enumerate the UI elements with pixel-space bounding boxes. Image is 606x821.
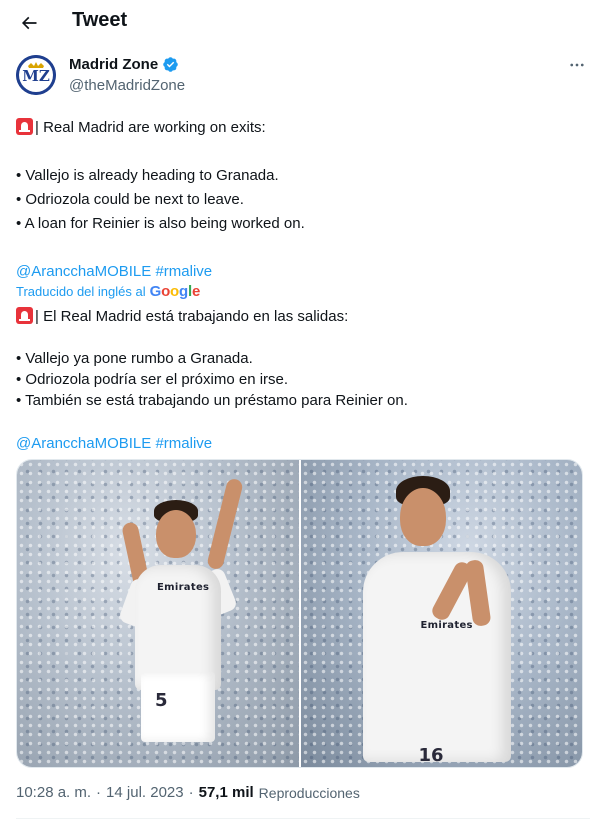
- divider: [16, 818, 590, 819]
- meta-separator: ·: [96, 784, 102, 801]
- jersey-number: 16: [418, 745, 444, 766]
- siren-icon: [16, 118, 33, 135]
- translation-bullet: • Vallejo ya pone rumbo a Granada.: [16, 350, 253, 367]
- original-bullet: • Odriozola could be next to leave.: [16, 191, 244, 208]
- google-logo: Google: [149, 283, 201, 300]
- verified-badge-icon: [163, 57, 178, 72]
- tweet-author: MZ Madrid Zone @theMadridZone: [16, 52, 590, 102]
- original-headline: | Real Madrid are working on exits:: [35, 119, 266, 136]
- page-title: Tweet: [72, 9, 128, 31]
- svg-text:MZ: MZ: [22, 67, 50, 85]
- name-row: Madrid Zone: [69, 56, 179, 73]
- madrid-zone-logo: MZ: [16, 55, 56, 95]
- photo-odriozola[interactable]: Emirates 16: [300, 460, 582, 767]
- tweet-text-translation: | El Real Madrid está trabajando en las …: [16, 306, 586, 456]
- translated-by-label: Traducido del inglés al: [16, 284, 146, 299]
- more-horizontal-icon: [570, 63, 584, 67]
- author-handle[interactable]: @theMadridZone: [69, 77, 185, 94]
- translated-by[interactable]: Traducido del inglés al Google: [16, 283, 200, 300]
- jersey-number: 5: [155, 690, 168, 711]
- more-options-button[interactable]: [564, 54, 590, 76]
- original-bullet: • Vallejo is already heading to Granada.: [16, 167, 279, 184]
- translation-bullet: • Odriozola podría ser el próximo en irs…: [16, 371, 289, 388]
- siren-icon: [16, 307, 33, 324]
- tweet-media: Emirates 5 Emirates 16: [16, 459, 583, 768]
- back-button[interactable]: [14, 8, 44, 38]
- translation-headline: | El Real Madrid está trabajando en las …: [35, 308, 349, 325]
- mention-link[interactable]: @ArancchaMOBILE: [16, 263, 151, 280]
- jersey-sponsor: Emirates: [420, 620, 473, 631]
- jersey-sponsor: Emirates: [157, 582, 210, 593]
- tweet-header: Tweet: [0, 0, 606, 44]
- display-name[interactable]: Madrid Zone: [69, 56, 158, 73]
- tweet-text-original: | Real Madrid are working on exits: • Va…: [16, 116, 586, 284]
- views-count: 57,1 mil: [198, 784, 254, 801]
- arrow-left-icon: [21, 16, 37, 30]
- tweet-meta: 10:28 a. m. · 14 jul. 2023 · 57,1 mil Re…: [16, 784, 360, 801]
- meta-separator: ·: [188, 784, 194, 801]
- hashtag-link[interactable]: #rmalive: [155, 435, 212, 452]
- hashtag-link[interactable]: #rmalive: [155, 263, 212, 280]
- photo-vallejo[interactable]: Emirates 5: [17, 460, 299, 767]
- tweet-date[interactable]: 14 jul. 2023: [106, 784, 184, 801]
- avatar[interactable]: MZ: [16, 55, 56, 95]
- original-bullet: • A loan for Reinier is also being worke…: [16, 215, 305, 232]
- mention-link[interactable]: @ArancchaMOBILE: [16, 435, 151, 452]
- tweet-time[interactable]: 10:28 a. m.: [16, 784, 91, 801]
- views-label: Reproducciones: [258, 784, 360, 801]
- translation-bullet: • También se está trabajando un préstamo…: [16, 392, 408, 409]
